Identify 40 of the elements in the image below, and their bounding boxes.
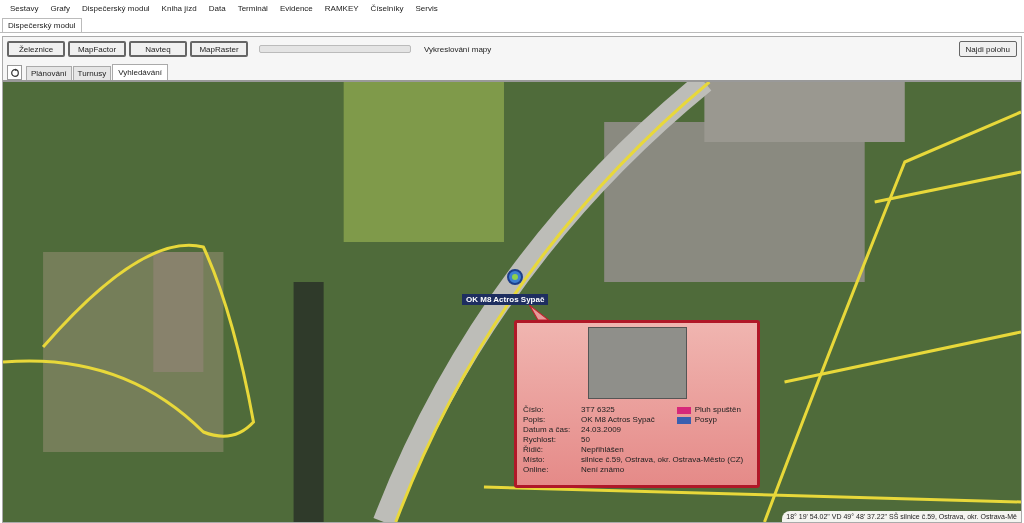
field-label: Popis: bbox=[523, 415, 547, 425]
menu-item[interactable]: RAMKEY bbox=[324, 3, 359, 13]
field-label: Číslo: bbox=[523, 405, 545, 415]
progress-label: Vykreslování mapy bbox=[424, 44, 492, 54]
field-label: Řidič: bbox=[523, 445, 543, 455]
field-value: 50 bbox=[581, 435, 591, 445]
field-label: Online: bbox=[523, 465, 550, 475]
menu-item[interactable]: Grafy bbox=[50, 3, 71, 13]
map-layer-button[interactable]: MapFactor bbox=[68, 41, 126, 57]
legend-label: Posyp bbox=[694, 415, 717, 425]
menu-item[interactable]: Kniha jízd bbox=[161, 3, 197, 13]
field-value: silnice č.59, Ostrava, okr. Ostrava-Město (CZ) bbox=[581, 455, 745, 465]
find-location-button[interactable]: Najdi polohu bbox=[958, 41, 1017, 57]
menu-item[interactable]: Terminál bbox=[237, 3, 268, 13]
field-value: 3T7 6325 bbox=[581, 405, 616, 415]
map-layer-button[interactable]: Navteq bbox=[129, 41, 187, 57]
document-tab[interactable]: Dispečerský modul bbox=[2, 18, 82, 32]
tab[interactable]: Vyhledávání bbox=[112, 64, 168, 80]
field-label: Rychlost: bbox=[523, 435, 557, 444]
menu-item[interactable]: Číselníky bbox=[370, 3, 404, 13]
legend-label: Pluh spuštěn bbox=[694, 405, 741, 415]
vehicle-marker-icon[interactable] bbox=[506, 268, 524, 286]
field-value: OK M8 Actros Sypač bbox=[581, 415, 656, 425]
tab[interactable]: Turnusy bbox=[72, 66, 112, 80]
map-layer-button[interactable]: MapRaster bbox=[190, 41, 248, 57]
tab[interactable]: Plánování bbox=[26, 66, 72, 80]
menu-item[interactable]: Servis bbox=[415, 3, 438, 13]
menu-item[interactable]: Dispečerský modul bbox=[82, 3, 150, 13]
field-label: Místo: bbox=[523, 455, 546, 465]
field-value: 24.03.2009 bbox=[581, 425, 623, 435]
field-value: Není známo bbox=[581, 465, 626, 475]
vehicle-label: OK M8 Actros Sypač bbox=[462, 294, 549, 305]
field-value: Nepřihlášen bbox=[581, 445, 625, 455]
map-layer-button[interactable]: Železnice bbox=[7, 41, 65, 57]
menu-item[interactable]: Evidence bbox=[279, 3, 313, 13]
menu-item[interactable]: Data bbox=[208, 3, 226, 13]
field-label: Datum a čas: bbox=[523, 425, 572, 435]
satellite-map-drawing[interactable] bbox=[3, 82, 1021, 522]
refresh-icon[interactable] bbox=[7, 65, 22, 80]
menu-item[interactable]: Sestavy bbox=[10, 3, 39, 13]
